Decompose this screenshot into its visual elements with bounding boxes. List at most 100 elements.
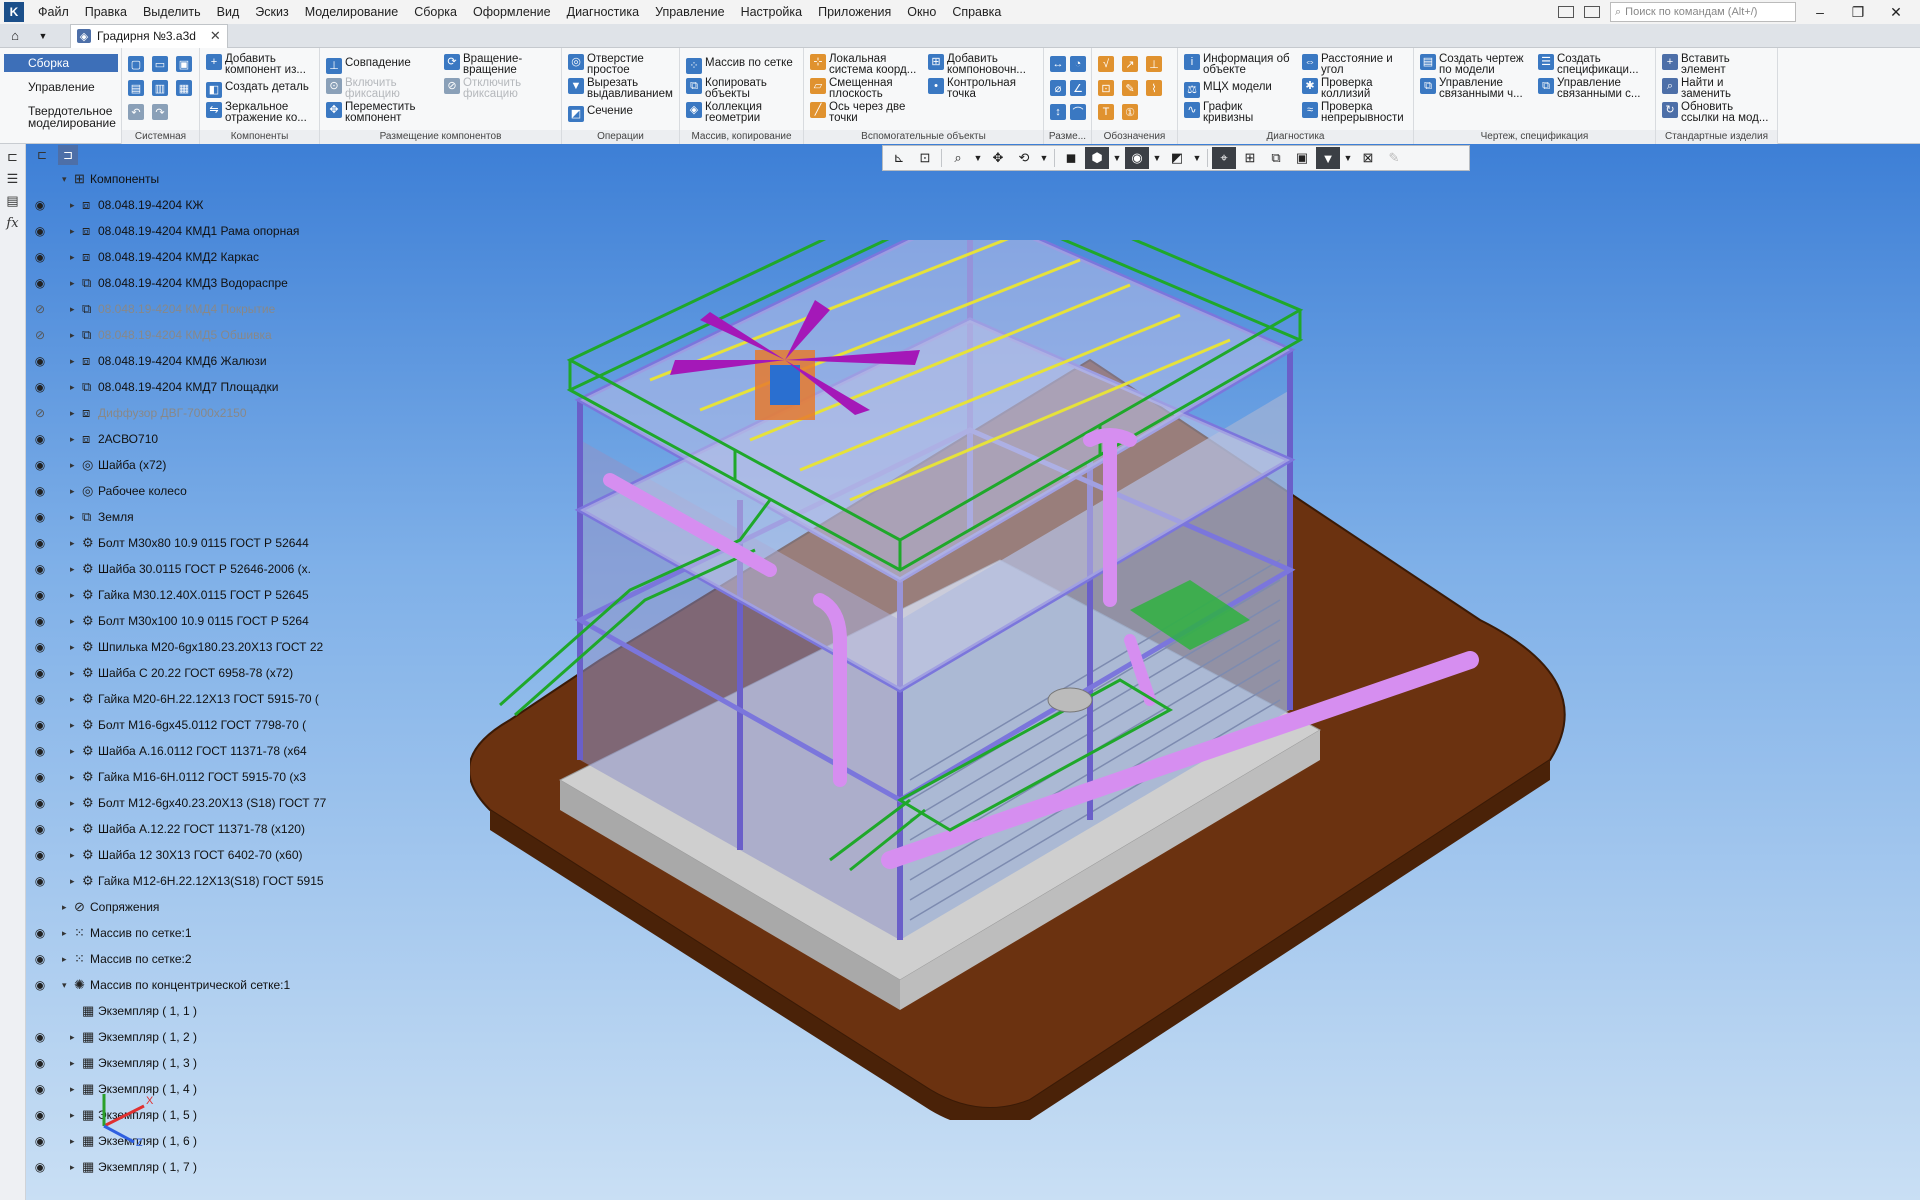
collapse-arrow-icon[interactable]: ▾ <box>62 980 67 991</box>
menu-item[interactable]: Вид <box>209 0 248 24</box>
expand-arrow-icon[interactable]: ▸ <box>62 928 67 939</box>
undo-icon[interactable]: ↶ <box>128 104 144 120</box>
expand-arrow-icon[interactable]: ▸ <box>70 200 75 211</box>
eye-hidden-icon[interactable]: ⊘ <box>32 302 48 316</box>
tree-row[interactable]: ⊘ ▸ ⧉ 08.048.19-4204 КМД4 Покрытие <box>26 296 332 322</box>
expand-arrow-icon[interactable]: ▸ <box>70 1162 75 1173</box>
expand-arrow-icon[interactable]: ▸ <box>70 278 75 289</box>
command-search-input[interactable]: ⌕ Поиск по командам (Alt+/) <box>1610 2 1796 22</box>
tree-row[interactable]: ◉ ▸ ⚙ Шпилька М20-6gх180.23.20Х13 ГОСТ 22 <box>26 634 332 660</box>
print-icon[interactable]: ▤ <box>128 80 144 96</box>
update-links-button[interactable]: ↻ Обновить ссылки на мод... <box>1662 101 1768 124</box>
chevron-down-icon[interactable]: ▼ <box>32 25 54 47</box>
expand-arrow-icon[interactable]: ▸ <box>70 1032 75 1043</box>
eye-icon[interactable]: ◉ <box>32 978 48 992</box>
weld-icon[interactable]: ⌇ <box>1146 80 1162 96</box>
move-component-button[interactable]: ✥ Переместить компонент <box>326 101 415 124</box>
dimension-icon[interactable]: ↔ <box>1050 56 1066 72</box>
eye-icon[interactable]: ◉ <box>32 822 48 836</box>
extrude-cut-button[interactable]: ▼ Вырезать выдавливанием <box>568 77 673 100</box>
expand-arrow-icon[interactable]: ▸ <box>70 798 75 809</box>
expand-arrow-icon[interactable]: ▸ <box>70 486 75 497</box>
coincide-button[interactable]: ⊥ Совпадение <box>326 57 411 74</box>
tree-row[interactable]: ◉ ▸ ▦ Экземпляр ( 1, 3 ) <box>26 1050 332 1076</box>
chevron-down-icon[interactable]: ▼ <box>1191 147 1203 169</box>
home-icon[interactable]: ⌂ <box>4 25 26 47</box>
tree-row[interactable]: ◉ ▸ ▦ Экземпляр ( 1, 6 ) <box>26 1128 332 1154</box>
enable-fix-button[interactable]: ⊙ Включить фиксацию <box>326 77 400 100</box>
tree-row[interactable]: ▦ Экземпляр ( 1, 1 ) <box>26 998 332 1024</box>
menu-item[interactable]: Сборка <box>406 0 465 24</box>
eye-icon[interactable]: ◉ <box>32 926 48 940</box>
menu-item[interactable]: Моделирование <box>297 0 407 24</box>
measure-icon[interactable]: ⊠ <box>1356 147 1380 169</box>
tree-row[interactable]: ◉ ▸ ⧉ Земля <box>26 504 332 530</box>
pencil-icon[interactable]: ✎ <box>1382 147 1406 169</box>
add-component-button[interactable]: + Добавить компонент из... <box>206 53 306 76</box>
eye-icon[interactable]: ◉ <box>32 848 48 862</box>
eye-icon[interactable]: ◉ <box>32 380 48 394</box>
add-layout-button[interactable]: ⊞ Добавить компоновочн... <box>928 53 1026 76</box>
mode-assembly[interactable]: Сборка <box>4 54 118 72</box>
expand-arrow-icon[interactable]: ▸ <box>70 304 75 315</box>
position-icon[interactable]: ① <box>1122 104 1138 120</box>
expand-arrow-icon[interactable]: ▸ <box>70 330 75 341</box>
menu-item[interactable]: Правка <box>77 0 135 24</box>
menu-item[interactable]: Настройка <box>733 0 811 24</box>
distance-angle-button[interactable]: ⇔ Расстояние и угол <box>1302 53 1393 76</box>
expand-arrow-icon[interactable]: ▸ <box>70 850 75 861</box>
shaded-mode-icon[interactable]: ⬢ <box>1085 147 1109 169</box>
mark-icon[interactable]: ✎ <box>1122 80 1138 96</box>
expand-arrow-icon[interactable]: ▸ <box>70 824 75 835</box>
eye-icon[interactable]: ◉ <box>32 1082 48 1096</box>
create-spec-button[interactable]: ☰ Создать спецификаци... <box>1538 53 1639 76</box>
tree-row[interactable]: ⊘ ▸ ⧈ Диффузор ДВГ-7000х2150 <box>26 400 332 426</box>
tree-row[interactable]: ◉ ▸ ⧈ 08.048.19-4204 КМД6 Жалюзи <box>26 348 332 374</box>
tree-row[interactable]: ◉ ▸ ⁙ Массив по сетке:1 <box>26 920 332 946</box>
base-icon[interactable]: ⊥ <box>1146 56 1162 72</box>
tree-row[interactable]: ◉ ▸ ▦ Экземпляр ( 1, 4 ) <box>26 1076 332 1102</box>
eye-icon[interactable]: ◉ <box>32 484 48 498</box>
expand-arrow-icon[interactable]: ▸ <box>70 434 75 445</box>
tree-row[interactable]: ◉ ▸ ▦ Экземпляр ( 1, 2 ) <box>26 1024 332 1050</box>
expand-arrow-icon[interactable]: ▸ <box>70 252 75 263</box>
hide-icon[interactable]: ◉ <box>1125 147 1149 169</box>
tree-row[interactable]: ◉ ▸ ⧈ 08.048.19-4204 КЖ <box>26 192 332 218</box>
chevron-down-icon[interactable]: ▼ <box>1342 147 1354 169</box>
roughness-icon[interactable]: √ <box>1098 56 1114 72</box>
snap-icon[interactable]: ⌖ <box>1212 147 1236 169</box>
axis-two-points-button[interactable]: ╱ Ось через две точки <box>810 101 905 124</box>
new-file-icon[interactable]: ▢ <box>128 56 144 72</box>
manage-linked-drawings-button[interactable]: ⧉ Управление связанными ч... <box>1420 77 1523 100</box>
menu-item[interactable]: Диагностика <box>559 0 647 24</box>
close-button[interactable]: ✕ <box>1882 4 1910 21</box>
expand-arrow-icon[interactable]: ▸ <box>70 746 75 757</box>
menu-item[interactable]: Файл <box>30 0 77 24</box>
tree-row[interactable]: ◉ ▸ ◎ Рабочее колесо <box>26 478 332 504</box>
tree-row[interactable]: ◉ ▸ ⚙ Болт М30х80 10.9 0115 ГОСТ Р 52644 <box>26 530 332 556</box>
tree-row[interactable]: ◉ ▸ ⧉ 08.048.19-4204 КМД7 Площадки <box>26 374 332 400</box>
menu-item[interactable]: Оформление <box>465 0 559 24</box>
eye-icon[interactable]: ◉ <box>32 952 48 966</box>
pan-icon[interactable]: ✥ <box>986 147 1010 169</box>
eye-icon[interactable]: ◉ <box>32 588 48 602</box>
eye-icon[interactable]: ◉ <box>32 276 48 290</box>
close-tab-icon[interactable]: ✕ <box>210 28 221 44</box>
mode-manage[interactable]: Управление <box>4 78 118 96</box>
expand-arrow-icon[interactable]: ▸ <box>70 1136 75 1147</box>
expand-arrow-icon[interactable]: ▸ <box>70 382 75 393</box>
eye-icon[interactable]: ◉ <box>32 640 48 654</box>
eye-hidden-icon[interactable]: ⊘ <box>32 406 48 420</box>
expand-arrow-icon[interactable]: ▸ <box>70 668 75 679</box>
variables-icon[interactable]: fx <box>4 214 22 232</box>
eye-icon[interactable]: ◉ <box>32 770 48 784</box>
eye-icon[interactable]: ◉ <box>32 614 48 628</box>
chevron-down-icon[interactable]: ▼ <box>1151 147 1163 169</box>
preview-icon[interactable]: ▥ <box>152 80 168 96</box>
tree-row[interactable]: ◉ ▸ ⚙ Гайка М30.12.40Х.0115 ГОСТ Р 52645 <box>26 582 332 608</box>
mcs-button[interactable]: ⚖ МЦХ модели <box>1184 81 1272 98</box>
expand-arrow-icon[interactable]: ▸ <box>62 954 67 965</box>
tree-row[interactable]: ⊘ ▸ ⧉ 08.048.19-4204 КМД5 Обшивка <box>26 322 332 348</box>
eye-icon[interactable]: ◉ <box>32 562 48 576</box>
expand-arrow-icon[interactable]: ▸ <box>70 616 75 627</box>
